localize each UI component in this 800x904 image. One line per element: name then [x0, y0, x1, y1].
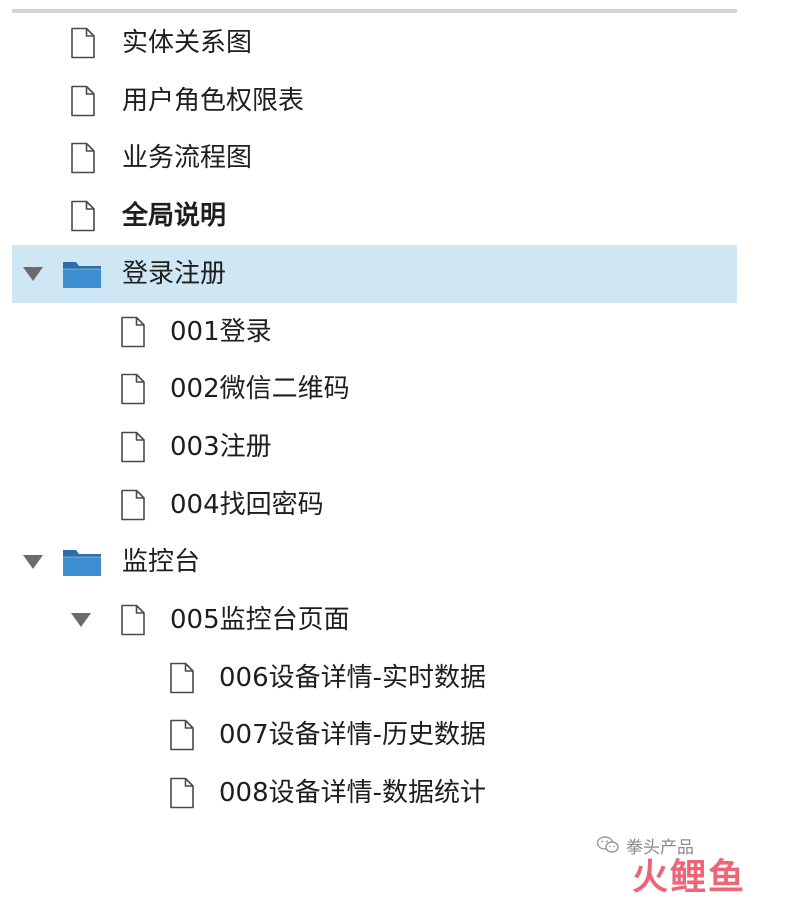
tree-item-label: 登录注册 — [122, 258, 227, 289]
page-icon — [121, 316, 145, 347]
tree-item-label: 007设备详情-历史数据 — [219, 720, 487, 751]
tree-page[interactable]: 004找回密码 — [12, 476, 737, 534]
tree-item-label: 001登录 — [170, 316, 272, 347]
top-divider — [12, 9, 737, 13]
page-icon — [170, 777, 194, 809]
tree-page[interactable]: 用户角色权限表 — [12, 72, 737, 130]
tree-item-label: 006设备详情-实时数据 — [219, 662, 487, 693]
tree-page[interactable]: 实体关系图 — [12, 14, 737, 72]
tree-item-label: 实体关系图 — [122, 28, 253, 58]
page-icon — [121, 489, 145, 520]
tree-item-label: 004找回密码 — [170, 489, 324, 520]
tree-page[interactable]: 全局说明 — [12, 187, 737, 245]
watermark-caption-row: 拳头产品 — [596, 834, 694, 858]
tree-page[interactable]: 业务流程图 — [12, 129, 737, 187]
tree-page[interactable]: 005监控台页面 — [12, 591, 737, 649]
tree-item-label: 003注册 — [170, 431, 272, 462]
page-icon — [121, 431, 145, 463]
tree-item-label: 005监控台页面 — [170, 605, 350, 635]
tree-item-label: 业务流程图 — [122, 143, 253, 174]
page-icon — [170, 720, 194, 751]
page-icon — [71, 27, 95, 59]
wechat-icon — [596, 836, 619, 853]
tree-folder[interactable]: 监控台 — [12, 533, 737, 591]
chevron-down-icon[interactable] — [22, 265, 44, 283]
tree-page[interactable]: 001登录 — [12, 303, 737, 361]
tree-page[interactable]: 008设备详情-数据统计 — [12, 764, 737, 822]
folder-icon — [63, 261, 101, 288]
watermark-brand: 火鲤鱼 — [632, 857, 747, 898]
tree-folder[interactable]: 登录注册 — [12, 244, 737, 303]
page-icon — [71, 85, 95, 116]
tree-item-label: 008设备详情-数据统计 — [219, 778, 487, 809]
page-icon — [71, 200, 95, 232]
tree-page[interactable]: 006设备详情-实时数据 — [12, 649, 737, 707]
chevron-down-icon[interactable] — [22, 553, 44, 571]
tree-item-label: 全局说明 — [122, 201, 227, 232]
page-icon — [170, 662, 194, 693]
tree-page[interactable]: 003注册 — [12, 418, 737, 476]
tree-page[interactable]: 007设备详情-历史数据 — [12, 706, 737, 764]
page-icon — [71, 143, 95, 174]
tree-item-label: 监控台 — [122, 547, 201, 578]
tree-page[interactable]: 002微信二维码 — [12, 360, 737, 418]
watermark-caption: 拳头产品 — [626, 837, 694, 858]
page-icon — [121, 373, 145, 405]
tree-item-label: 002微信二维码 — [170, 374, 350, 405]
folder-icon — [63, 550, 101, 577]
tree-item-label: 用户角色权限表 — [122, 85, 305, 116]
page-icon — [121, 604, 145, 636]
chevron-down-icon[interactable] — [70, 611, 92, 629]
watermark: 拳头产品 火鲤鱼 — [596, 832, 796, 898]
